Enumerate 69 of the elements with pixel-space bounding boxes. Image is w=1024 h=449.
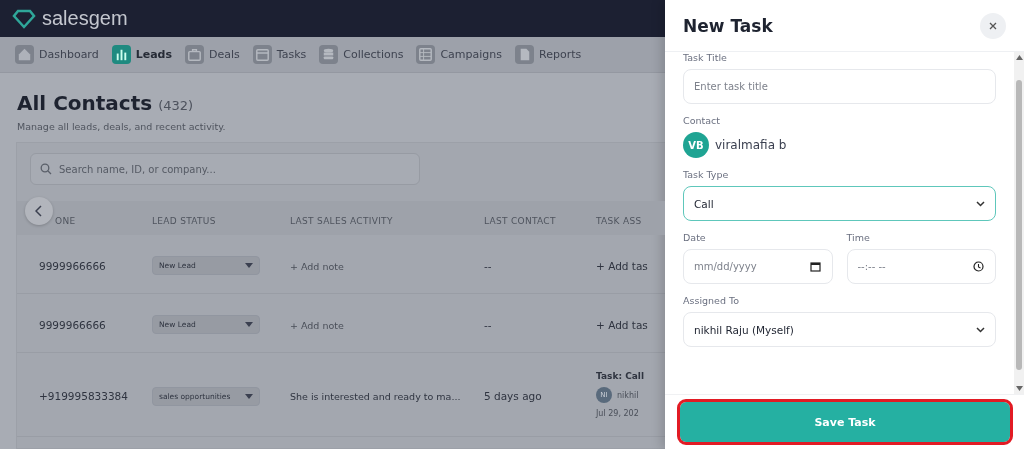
field-label: Contact bbox=[683, 115, 721, 126]
page-subtitle: Manage all leads, deals, and recent activity. bbox=[17, 121, 227, 132]
contact-name: viralmafia b bbox=[715, 138, 787, 152]
nav-tab[interactable]: Reports bbox=[515, 45, 582, 64]
close-icon bbox=[989, 21, 997, 30]
search-icon bbox=[40, 163, 52, 175]
nav-tab[interactable]: Leads bbox=[111, 45, 172, 64]
add-note-link[interactable]: + Add note bbox=[290, 319, 344, 331]
field-label: Assigned To bbox=[683, 295, 740, 306]
caret-icon bbox=[245, 393, 253, 399]
diamond-logo-icon bbox=[12, 8, 36, 29]
column-header: LAST CONTACT bbox=[484, 215, 556, 226]
select-field[interactable]: Call bbox=[683, 186, 996, 221]
select-field[interactable]: nikhil Raju (Myself) bbox=[683, 312, 996, 347]
back-button[interactable] bbox=[25, 197, 53, 225]
add-task-link[interactable]: + Add tas bbox=[596, 259, 648, 272]
column-header: LAST SALES ACTIVITY bbox=[290, 215, 393, 226]
column-header: TASK ASS bbox=[596, 215, 642, 226]
scroll-up-arrow-icon bbox=[1015, 55, 1023, 60]
nav-tab[interactable]: Deals bbox=[185, 45, 240, 64]
caret-icon bbox=[245, 322, 253, 327]
brand-name: salesgem bbox=[42, 7, 128, 30]
grid-list-icon bbox=[416, 45, 436, 64]
briefcase-icon bbox=[185, 45, 204, 64]
field-label: Time bbox=[846, 232, 871, 243]
contact-avatar: VB bbox=[683, 132, 709, 158]
field-label: Date bbox=[683, 232, 707, 243]
time-field[interactable]: --:-- -- bbox=[846, 249, 996, 284]
table-cell: +919995833384 bbox=[39, 390, 128, 402]
table-cell: 9999966666 bbox=[39, 318, 106, 331]
assignee-name: nikhil bbox=[617, 390, 639, 400]
scrollbar[interactable] bbox=[1014, 52, 1024, 394]
field-label: Task Title bbox=[683, 52, 728, 63]
contact-count: (432) bbox=[158, 98, 194, 113]
search-field[interactable]: Search name, ID, or company... bbox=[30, 153, 420, 185]
close-button[interactable] bbox=[980, 12, 1006, 39]
chevron-down-icon bbox=[976, 326, 985, 333]
field-label: Task Type bbox=[683, 169, 730, 180]
nav-tab[interactable]: Tasks bbox=[252, 45, 307, 64]
add-note-link[interactable]: + Add note bbox=[290, 260, 344, 272]
table-cell: -- bbox=[484, 318, 492, 331]
clock-icon bbox=[973, 261, 984, 272]
nav-tab[interactable]: Campaigns bbox=[416, 45, 502, 64]
chevron-left-icon bbox=[35, 205, 43, 217]
column-header: ONE bbox=[55, 215, 76, 226]
chevron-down-icon bbox=[976, 200, 985, 207]
table-cell: 9999966666 bbox=[39, 259, 106, 272]
input-field[interactable]: Enter task title bbox=[683, 69, 996, 104]
page-title: All Contacts bbox=[17, 91, 153, 115]
home-icon bbox=[15, 45, 34, 64]
task-date: Jul 29, 202 bbox=[596, 409, 640, 418]
database-icon bbox=[319, 45, 339, 64]
drawer-title: New Task bbox=[683, 15, 773, 36]
scroll-down-arrow-icon bbox=[1015, 386, 1023, 391]
caret-icon bbox=[245, 263, 253, 268]
column-header: LEAD STATUS bbox=[152, 215, 216, 226]
table-cell: 5 days ago bbox=[484, 390, 542, 402]
nav-tab[interactable]: Collections bbox=[319, 45, 404, 64]
nav-tab[interactable]: Dashboard bbox=[15, 45, 99, 64]
calendar-icon bbox=[809, 261, 821, 272]
table-cell: She is interested and ready to ma... bbox=[290, 391, 461, 402]
date-field[interactable]: mm/dd/yyyy bbox=[683, 249, 833, 284]
calendar-icon bbox=[252, 45, 272, 64]
bar-chart-icon bbox=[111, 45, 131, 64]
save-button[interactable]: Save Task bbox=[680, 402, 1010, 442]
add-task-link[interactable]: + Add tas bbox=[596, 318, 648, 331]
task-title: Task: Call bbox=[596, 371, 645, 381]
document-icon bbox=[515, 45, 534, 64]
table-cell: -- bbox=[484, 259, 492, 272]
